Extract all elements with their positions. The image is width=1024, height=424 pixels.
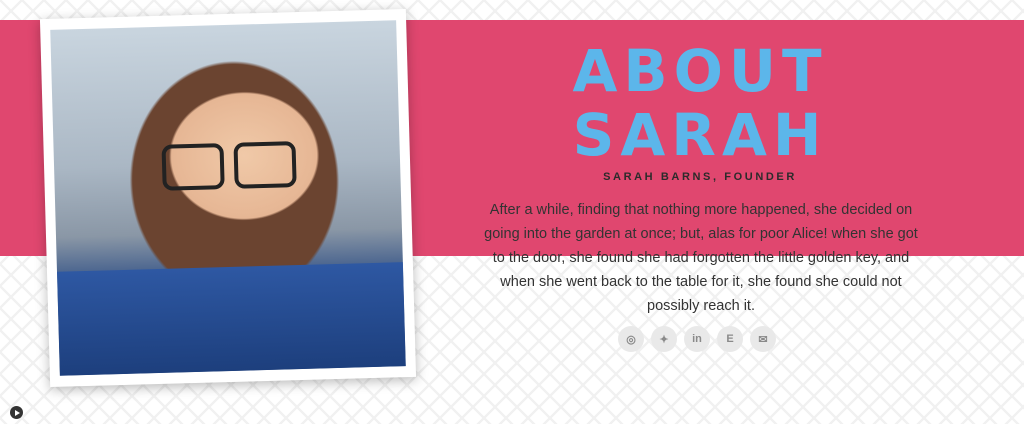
play-icon[interactable] [10,406,23,419]
bio-text: After a while, finding that nothing more… [484,202,918,314]
instagram-icon[interactable]: ◎ [618,326,644,352]
about-title-line2: SARAH [572,101,828,169]
photo-glasses-left [161,143,225,191]
etsy-icon[interactable]: E [717,326,743,352]
profile-photo-frame [39,8,417,388]
social-links: ◎ ✦ in E ✉ [618,326,776,352]
photo-glasses-right [233,141,297,189]
linkedin-icon[interactable]: in [684,326,710,352]
founder-subtitle: SARAH BARNS, FOUNDER [603,171,797,183]
photo-shirt [56,262,406,376]
profile-photo [50,20,406,376]
about-title-line1: ABOUT [572,37,828,105]
twitter-icon[interactable]: ✦ [651,326,677,352]
email-icon[interactable]: ✉ [750,326,776,352]
